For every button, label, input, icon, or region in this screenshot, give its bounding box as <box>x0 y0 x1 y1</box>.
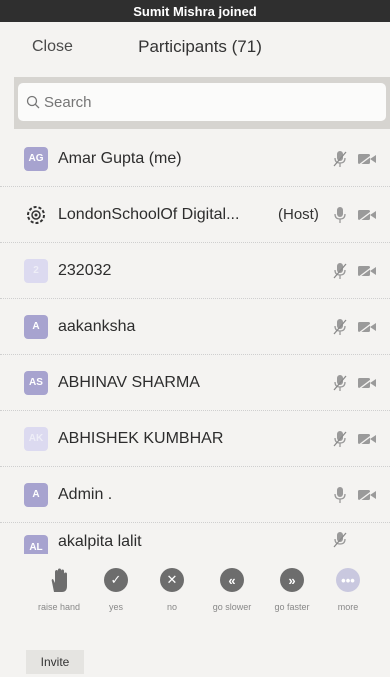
video-off-icon[interactable] <box>357 264 377 278</box>
mic-muted-icon[interactable] <box>333 150 347 168</box>
join-notification-banner: Sumit Mishra joined <box>0 0 390 22</box>
search-input[interactable] <box>44 93 364 111</box>
reaction-label: no <box>166 602 177 612</box>
participant-name: Amar Gupta (me) <box>58 149 182 167</box>
host-badge: (Host) <box>278 206 319 223</box>
search-bar <box>14 77 390 129</box>
video-off-icon[interactable] <box>357 432 377 446</box>
participant-row[interactable]: A Admin . <box>0 467 390 523</box>
participant-name: ABHISHEK KUMBHAR <box>58 429 224 447</box>
participant-row[interactable]: 2 232032 <box>0 243 390 299</box>
mic-muted-icon[interactable] <box>333 262 347 280</box>
participant-name: ABHINAV SHARMA <box>58 373 200 391</box>
mic-muted-icon[interactable] <box>333 430 347 448</box>
participant-name: aakanksha <box>58 317 136 335</box>
banner-text: Sumit Mishra joined <box>133 3 257 19</box>
page-title: Participants (71) <box>138 37 262 56</box>
reaction-go-faster[interactable]: » go faster <box>262 568 322 612</box>
avatar: AS <box>24 370 48 395</box>
reaction-label: go faster <box>274 602 310 612</box>
participant-row[interactable]: AG Amar Gupta (me) <box>0 131 390 187</box>
reaction-no[interactable]: ✕ no <box>142 568 202 612</box>
video-off-icon[interactable] <box>357 376 377 390</box>
mic-muted-icon[interactable] <box>333 531 347 549</box>
participant-list[interactable]: AG Amar Gupta (me) LondonSchoolOf Digita… <box>0 131 390 554</box>
avatar: AL <box>24 535 48 554</box>
participant-row[interactable]: AL akalpita lalit <box>0 523 390 554</box>
reaction-more[interactable]: ••• more <box>318 568 378 612</box>
participant-row[interactable]: AK ABHISHEK KUMBHAR <box>0 411 390 467</box>
participant-row[interactable]: A aakanksha <box>0 299 390 355</box>
mic-muted-icon[interactable] <box>333 374 347 392</box>
more-icon: ••• <box>336 568 360 592</box>
host-logo-avatar <box>24 203 48 227</box>
reaction-label: yes <box>108 602 123 612</box>
avatar: 2 <box>24 258 48 283</box>
mic-on-icon[interactable] <box>333 206 347 224</box>
mic-on-icon[interactable] <box>333 486 347 504</box>
reaction-label: go slower <box>212 602 252 612</box>
reaction-yes[interactable]: ✓ yes <box>86 568 146 612</box>
participant-name: 232032 <box>58 261 112 279</box>
search-box[interactable] <box>18 83 386 121</box>
avatar: A <box>24 482 48 507</box>
reactions-bar: raise hand ✓ yes ✕ no « go slower » go f… <box>0 560 390 626</box>
reaction-label: raise hand <box>37 602 81 612</box>
video-off-icon[interactable] <box>357 488 377 502</box>
participant-name: Admin . <box>58 485 113 503</box>
avatar: A <box>24 314 48 339</box>
participant-name: akalpita lalit <box>58 533 142 550</box>
video-off-icon[interactable] <box>357 208 377 222</box>
header: Close Participants (71) <box>0 22 390 74</box>
video-off-icon[interactable] <box>357 320 377 334</box>
mic-muted-icon[interactable] <box>333 318 347 336</box>
invite-button[interactable]: Invite <box>26 650 84 674</box>
fast-forward-icon: » <box>280 568 304 592</box>
participant-row[interactable]: AS ABHINAV SHARMA <box>0 355 390 411</box>
reaction-label: more <box>337 602 359 612</box>
reaction-raise-hand[interactable]: raise hand <box>29 568 89 612</box>
search-icon <box>26 95 40 109</box>
rewind-icon: « <box>220 568 244 592</box>
participant-row[interactable]: LondonSchoolOf Digital... (Host) <box>0 187 390 243</box>
check-icon: ✓ <box>104 568 128 592</box>
gear-logo-icon <box>27 205 45 224</box>
avatar: AG <box>24 146 48 171</box>
participant-name: LondonSchoolOf Digital... <box>58 205 240 223</box>
video-off-icon[interactable] <box>357 152 377 166</box>
reaction-go-slower[interactable]: « go slower <box>202 568 262 612</box>
raise-hand-icon <box>51 568 67 592</box>
x-icon: ✕ <box>160 568 184 592</box>
avatar: AK <box>24 426 48 451</box>
